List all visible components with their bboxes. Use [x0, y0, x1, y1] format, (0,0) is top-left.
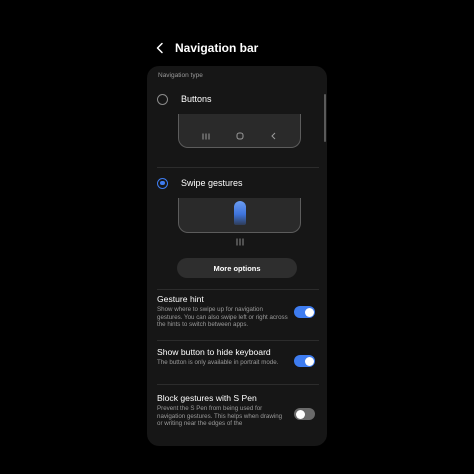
swipe-hint-icon [236, 238, 244, 246]
toggle-knob [304, 356, 314, 366]
setting-title: Block gestures with S Pen [157, 393, 257, 403]
home-icon [236, 132, 244, 140]
setting-description: The button is only available in portrait… [157, 359, 279, 366]
back-icon [271, 132, 276, 140]
setting-show-hide-keyboard-button[interactable]: Show button to hide keyboard The button … [147, 347, 327, 381]
section-label-navigation-type: Navigation type [158, 72, 203, 79]
setting-gesture-hint[interactable]: Gesture hint Show where to swipe up for … [147, 294, 327, 336]
header: Navigation bar [150, 36, 350, 60]
hide-keyboard-button-toggle[interactable] [294, 355, 315, 367]
toggle-knob [304, 307, 314, 317]
divider [157, 340, 319, 341]
divider [157, 289, 319, 290]
buttons-preview[interactable] [178, 114, 301, 148]
setting-description: Prevent the S Pen from being used for na… [157, 405, 283, 428]
setting-title: Gesture hint [157, 294, 204, 304]
divider [157, 384, 319, 385]
setting-description: Show where to swipe up for navigation ge… [157, 306, 288, 329]
block-gestures-s-pen-toggle[interactable] [294, 408, 315, 420]
radio-label-swipe-gestures: Swipe gestures [181, 178, 243, 188]
radio-label-buttons: Buttons [181, 94, 212, 104]
page-title: Navigation bar [175, 41, 259, 55]
swipe-finger-icon [234, 201, 246, 225]
navigation-bar-settings-screen: Navigation bar Navigation type Buttons S… [0, 0, 474, 474]
recents-icon [202, 133, 210, 139]
navkeys [179, 132, 300, 140]
toggle-knob [295, 409, 305, 419]
radio-swipe-gestures[interactable] [157, 177, 168, 189]
radio-option-swipe-gestures[interactable]: Swipe gestures [147, 173, 327, 193]
divider [157, 167, 319, 168]
radio-option-buttons[interactable]: Buttons [147, 89, 327, 109]
back-button[interactable] [150, 36, 170, 60]
more-options-button[interactable]: More options [177, 258, 297, 278]
settings-card: Navigation type Buttons Swipe gestures M… [147, 66, 327, 446]
setting-block-gestures-s-pen[interactable]: Block gestures with S Pen Prevent the S … [147, 393, 327, 443]
radio-buttons[interactable] [157, 93, 168, 105]
chevron-left-icon [156, 42, 163, 54]
setting-title: Show button to hide keyboard [157, 347, 271, 357]
swipe-gestures-preview[interactable] [178, 198, 301, 233]
gesture-hint-toggle[interactable] [294, 306, 315, 318]
